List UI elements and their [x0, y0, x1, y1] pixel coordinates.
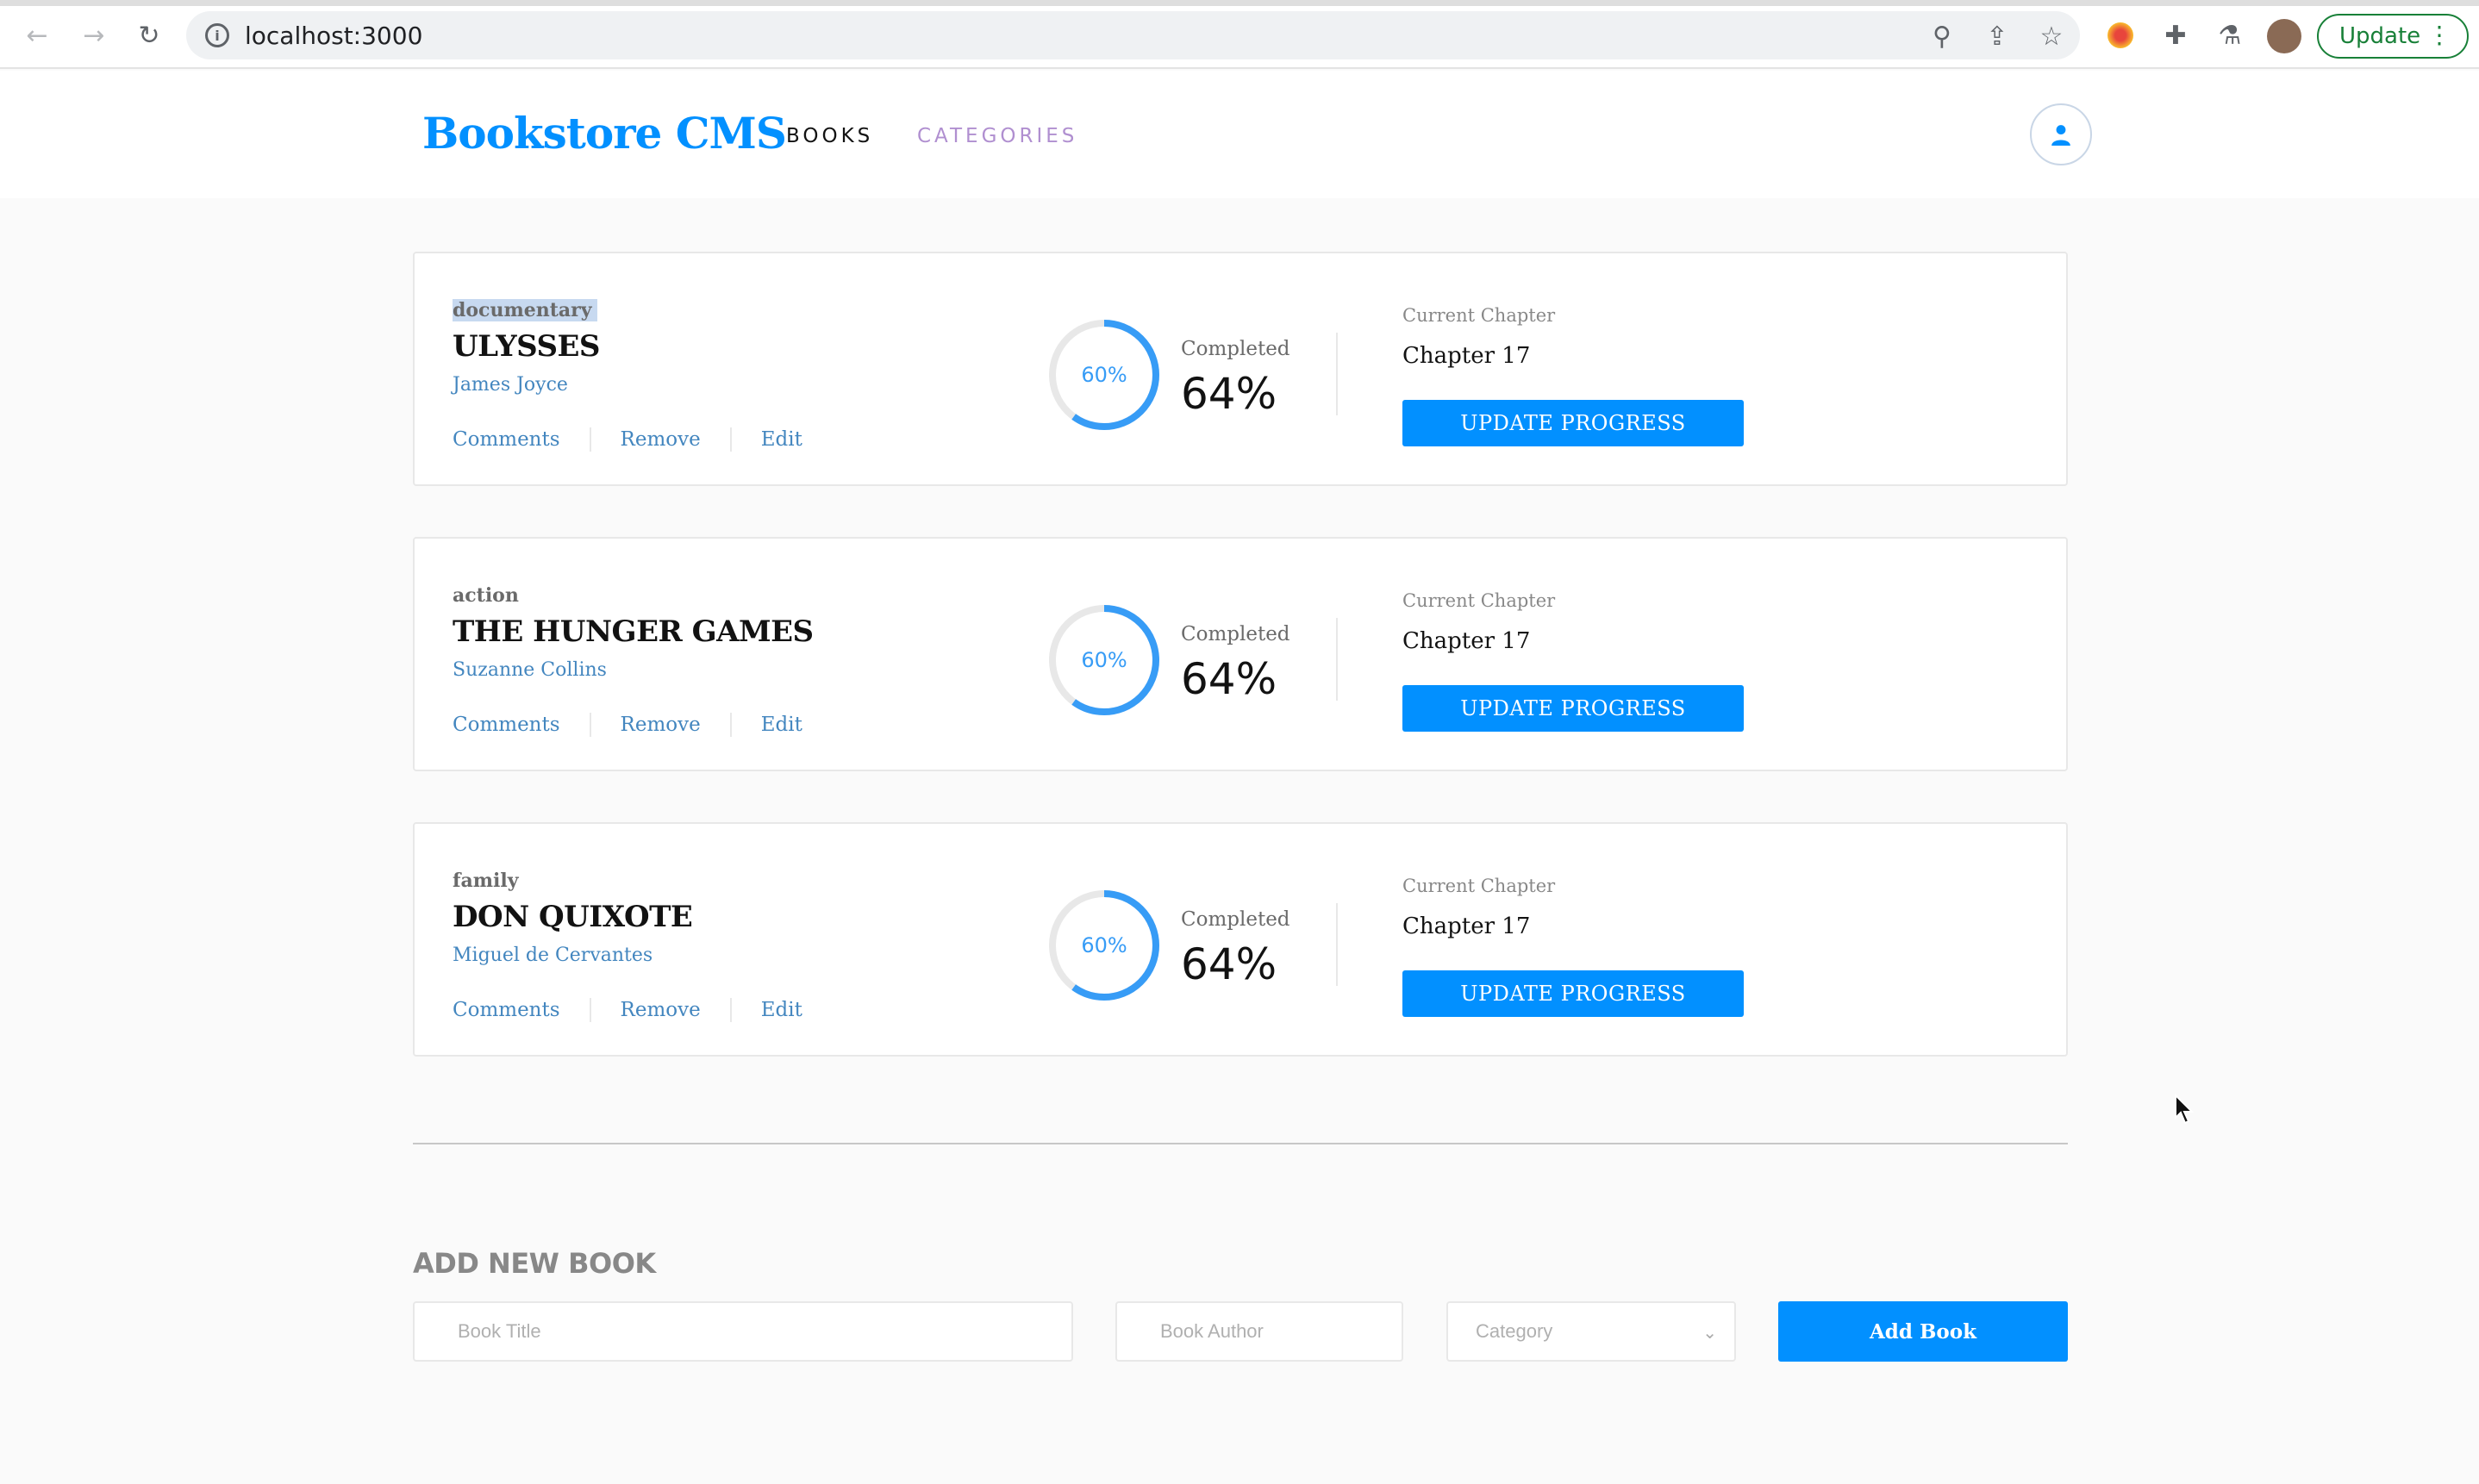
- extension-icon[interactable]: [2104, 19, 2137, 52]
- update-progress-button[interactable]: UPDATE PROGRESS: [1402, 970, 1744, 1017]
- completed-percentage: 64%: [1181, 939, 1277, 989]
- reload-icon[interactable]: ↻: [133, 19, 165, 52]
- card-divider: [1336, 333, 1338, 415]
- update-progress-button[interactable]: UPDATE PROGRESS: [1402, 685, 1744, 732]
- chevron-down-icon: ⌄: [1702, 1322, 1717, 1343]
- book-author-input[interactable]: [1115, 1301, 1403, 1362]
- progress-ring-label: 60%: [1081, 933, 1127, 957]
- current-chapter-label: Current Chapter: [1402, 305, 1556, 326]
- book-title: DON QUIXOTE: [453, 900, 693, 934]
- book-category: action: [453, 584, 519, 607]
- action-divider: [729, 427, 732, 452]
- category-select[interactable]: Category ⌄: [1446, 1301, 1736, 1362]
- url-text[interactable]: localhost:3000: [245, 22, 422, 50]
- browser-update-button[interactable]: Update ⋮: [2317, 14, 2469, 59]
- add-book-button[interactable]: Add Book: [1778, 1301, 2068, 1362]
- current-chapter-label: Current Chapter: [1402, 876, 1556, 896]
- remove-button[interactable]: Remove: [621, 428, 701, 451]
- nav-books[interactable]: BOOKS: [786, 125, 873, 147]
- address-bar[interactable]: i localhost:3000 ⚲ ⇪ ☆: [186, 11, 2080, 59]
- bookmark-star-icon[interactable]: ☆: [2038, 22, 2065, 52]
- arrow-left-icon[interactable]: ←: [21, 19, 53, 52]
- puzzle-icon[interactable]: ✚: [2159, 19, 2192, 52]
- book-card: action THE HUNGER GAMES Suzanne Collins …: [413, 537, 2068, 771]
- info-icon[interactable]: i: [205, 23, 229, 47]
- book-author[interactable]: Miguel de Cervantes: [453, 945, 653, 966]
- book-category: documentary: [453, 299, 597, 321]
- progress-ring-label: 60%: [1081, 363, 1127, 387]
- card-divider: [1336, 618, 1338, 701]
- book-category: family: [453, 870, 519, 892]
- app-logo[interactable]: Bookstore CMS: [422, 108, 787, 159]
- progress-ring-label: 60%: [1081, 648, 1127, 672]
- comments-button[interactable]: Comments: [453, 714, 560, 736]
- current-chapter-label: Current Chapter: [1402, 590, 1556, 611]
- action-divider: [589, 713, 591, 737]
- progress-ring: 60%: [1047, 603, 1161, 717]
- action-divider: [589, 427, 591, 452]
- arrow-right-icon[interactable]: →: [78, 19, 110, 52]
- completed-percentage: 64%: [1181, 654, 1277, 704]
- user-profile-button[interactable]: [2030, 103, 2092, 165]
- app-header: Bookstore CMS BOOKS CATEGORIES: [0, 71, 2479, 198]
- current-chapter-value: Chapter 17: [1402, 628, 1531, 654]
- update-label: Update: [2339, 23, 2421, 49]
- user-icon: [2051, 125, 2070, 146]
- edit-button[interactable]: Edit: [761, 714, 802, 736]
- completed-label: Completed: [1181, 908, 1290, 931]
- category-placeholder: Category: [1476, 1320, 1553, 1342]
- nav-categories[interactable]: CATEGORIES: [917, 125, 1077, 147]
- action-divider: [729, 998, 732, 1022]
- current-chapter-value: Chapter 17: [1402, 913, 1531, 939]
- edit-button[interactable]: Edit: [761, 428, 802, 451]
- tab-strip: [0, 0, 2479, 6]
- book-author[interactable]: James Joyce: [453, 374, 568, 396]
- progress-ring: 60%: [1047, 318, 1161, 432]
- book-title: THE HUNGER GAMES: [453, 614, 814, 649]
- comments-button[interactable]: Comments: [453, 999, 560, 1021]
- section-divider: [413, 1143, 2068, 1144]
- book-title: ULYSSES: [453, 329, 600, 364]
- share-icon[interactable]: ⇪: [1983, 22, 2011, 52]
- lab-flask-icon[interactable]: ⚗: [2214, 19, 2246, 52]
- book-author[interactable]: Suzanne Collins: [453, 659, 607, 681]
- book-card: documentary ULYSSES James Joyce Comments…: [413, 252, 2068, 486]
- action-divider: [589, 998, 591, 1022]
- comments-button[interactable]: Comments: [453, 428, 560, 451]
- current-chapter-value: Chapter 17: [1402, 343, 1531, 369]
- mouse-cursor-icon: [2175, 1094, 2195, 1125]
- completed-label: Completed: [1181, 338, 1290, 360]
- zoom-icon[interactable]: ⚲: [1928, 22, 1956, 52]
- profile-avatar[interactable]: [2267, 19, 2301, 53]
- completed-percentage: 64%: [1181, 369, 1277, 419]
- edit-button[interactable]: Edit: [761, 999, 802, 1021]
- browser-toolbar: ← → ↻ i localhost:3000 ⚲ ⇪ ☆ ✚ ⚗ Update …: [0, 0, 2479, 69]
- remove-button[interactable]: Remove: [621, 999, 701, 1021]
- book-actions: Comments Remove Edit: [453, 427, 802, 452]
- book-card: family DON QUIXOTE Miguel de Cervantes C…: [413, 822, 2068, 1057]
- book-actions: Comments Remove Edit: [453, 998, 802, 1022]
- book-actions: Comments Remove Edit: [453, 713, 802, 737]
- add-book-heading: ADD NEW BOOK: [413, 1247, 656, 1280]
- update-progress-button[interactable]: UPDATE PROGRESS: [1402, 400, 1744, 446]
- completed-label: Completed: [1181, 623, 1290, 645]
- book-title-input[interactable]: [413, 1301, 1073, 1362]
- kebab-menu-icon[interactable]: ⋮: [2427, 21, 2451, 49]
- card-divider: [1336, 903, 1338, 986]
- action-divider: [729, 713, 732, 737]
- progress-ring: 60%: [1047, 889, 1161, 1002]
- remove-button[interactable]: Remove: [621, 714, 701, 736]
